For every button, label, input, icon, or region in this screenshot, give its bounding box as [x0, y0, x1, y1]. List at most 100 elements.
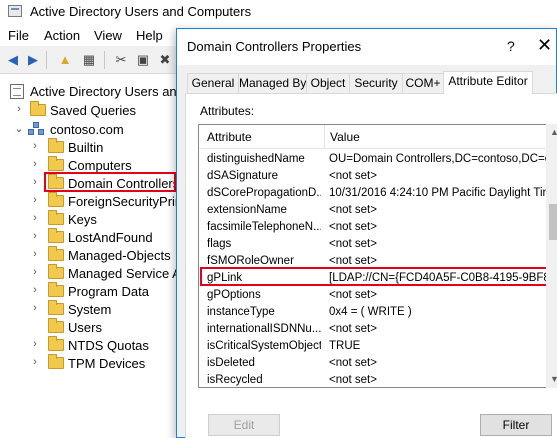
tree-item-root-label: Active Directory Users and C	[30, 84, 197, 99]
attribute-value: <not set>	[329, 323, 377, 335]
tab-object[interactable]: Object	[306, 73, 350, 93]
tab-general[interactable]: General	[187, 73, 239, 93]
tree-item-ntds-quotas[interactable]: › NTDS Quotas	[0, 336, 190, 355]
attribute-name: isRecycled	[207, 374, 263, 386]
attribute-value: <not set>	[329, 374, 377, 386]
chevron-right-icon[interactable]: ›	[30, 212, 40, 224]
tree-item-managed-objects[interactable]: › Managed-Objects	[0, 246, 190, 265]
tree-item-keys[interactable]: › Keys	[0, 210, 190, 229]
folder-icon	[48, 318, 64, 333]
edit-button[interactable]: Edit	[208, 414, 280, 436]
tab-security[interactable]: Security	[349, 73, 403, 93]
delete-icon[interactable]: ✖	[156, 51, 174, 69]
cut-icon[interactable]: ✂	[112, 51, 130, 69]
scroll-down-arrow-icon[interactable]: ▼	[546, 371, 557, 388]
attribute-row[interactable]: dSCorePropagationD... 10/31/2016 4:24:10…	[199, 185, 557, 202]
menu-view[interactable]: View	[94, 28, 122, 43]
back-arrow-icon[interactable]: ◀	[4, 51, 22, 69]
attribute-row[interactable]: distinguishedName OU=Domain Controllers,…	[199, 151, 557, 168]
tree-item-builtin[interactable]: › Builtin	[0, 138, 190, 157]
attribute-name: gPOptions	[207, 289, 261, 301]
tree-item-saved-queries[interactable]: › Saved Queries	[0, 101, 190, 120]
forward-arrow-icon[interactable]: ▶	[24, 51, 42, 69]
tree-item-label: Keys	[68, 212, 97, 227]
attribute-row[interactable]: isRecycled <not set>	[199, 372, 557, 387]
tree-item-label: Managed-Objects	[68, 248, 171, 263]
up-folder-icon[interactable]: ▲	[56, 51, 74, 69]
chevron-right-icon[interactable]: ›	[30, 248, 40, 260]
tree-item-program-data[interactable]: › Program Data	[0, 282, 190, 301]
attribute-name: distinguishedName	[207, 153, 305, 165]
attribute-value: <not set>	[329, 255, 377, 267]
chevron-right-icon[interactable]: ›	[30, 158, 40, 170]
attribute-value: 10/31/2016 4:24:10 PM Pacific Daylight T…	[329, 187, 549, 199]
attribute-row[interactable]: flags <not set>	[199, 236, 557, 253]
attributes-vertical-scrollbar[interactable]: ▲ ▼	[546, 124, 557, 388]
attribute-row[interactable]: dSASignature <not set>	[199, 168, 557, 185]
chevron-right-icon[interactable]: ›	[30, 284, 40, 296]
menu-help[interactable]: Help	[136, 28, 163, 43]
tree-item-root[interactable]: Active Directory Users and C	[0, 82, 197, 101]
folder-icon	[48, 246, 64, 261]
tree-item-label: contoso.com	[50, 122, 124, 137]
tree-item-domain[interactable]: ⌄ contoso.com	[0, 120, 190, 139]
tree-item-label: System	[68, 302, 112, 317]
attribute-row[interactable]: instanceType 0x4 = ( WRITE )	[199, 304, 557, 321]
attribute-row[interactable]: internationalISDNNu... <not set>	[199, 321, 557, 338]
aduc-app-icon	[8, 5, 22, 17]
tree-item-users[interactable]: Users	[0, 318, 190, 337]
tree-item-label: Managed Service Ac	[68, 266, 188, 281]
attribute-row[interactable]: facsimileTelephoneN... <not set>	[199, 219, 557, 236]
menu-file[interactable]: File	[8, 28, 29, 43]
attribute-value: TRUE	[329, 340, 361, 352]
attribute-row[interactable]: gPOptions <not set>	[199, 287, 557, 304]
attribute-value: <not set>	[329, 221, 377, 233]
chevron-right-icon[interactable]: ›	[30, 140, 40, 152]
chevron-right-icon[interactable]: ›	[30, 356, 40, 368]
tree-item-label: NTDS Quotas	[68, 338, 149, 353]
chevron-right-icon[interactable]: ›	[30, 230, 40, 242]
column-header-attribute[interactable]: Attribute	[207, 130, 252, 144]
attributes-list[interactable]: Attribute Value distinguishedName OU=Dom…	[198, 124, 557, 388]
attributes-label: Attributes:	[200, 104, 255, 118]
tab-attribute-editor[interactable]: Attribute Editor	[443, 71, 533, 94]
chevron-right-icon[interactable]: ›	[14, 103, 24, 115]
dialog-tabs: General Managed By Object Security COM+ …	[185, 71, 557, 94]
attribute-row[interactable]: extensionName <not set>	[199, 202, 557, 219]
chevron-right-icon[interactable]: ›	[30, 338, 40, 350]
toolbar-separator	[104, 51, 105, 69]
tab-managed-by[interactable]: Managed By	[238, 73, 307, 93]
scroll-up-arrow-icon[interactable]: ▲	[546, 124, 557, 141]
chevron-right-icon[interactable]: ›	[30, 194, 40, 206]
chevron-down-icon[interactable]: ⌄	[14, 122, 24, 135]
attribute-name: isCriticalSystemObject	[207, 340, 321, 352]
attribute-row[interactable]: isCriticalSystemObject TRUE	[199, 338, 557, 355]
scrollbar-thumb[interactable]	[549, 204, 557, 240]
folder-icon	[48, 336, 64, 351]
close-icon[interactable]: ✕	[537, 35, 552, 56]
tree-item-foreign-security-principals[interactable]: › ForeignSecurityPrinc	[0, 192, 190, 211]
filter-button[interactable]: Filter	[480, 414, 552, 436]
show-hide-tree-icon[interactable]: ▦	[80, 51, 98, 69]
attribute-name: dSCorePropagationD...	[207, 187, 321, 199]
tab-com-plus[interactable]: COM+	[402, 73, 444, 93]
column-divider[interactable]	[324, 125, 325, 149]
menu-action[interactable]: Action	[44, 28, 80, 43]
tree-item-tpm-devices[interactable]: › TPM Devices	[0, 354, 190, 373]
attribute-name: fSMORoleOwner	[207, 255, 294, 267]
folder-icon	[48, 300, 64, 315]
chevron-right-icon[interactable]: ›	[30, 302, 40, 314]
properties-dialog: Domain Controllers Properties ? ✕ Genera…	[176, 28, 557, 438]
chevron-right-icon[interactable]: ›	[30, 266, 40, 278]
help-icon[interactable]: ?	[507, 38, 515, 54]
column-header-value[interactable]: Value	[330, 130, 360, 144]
tree-item-lost-and-found[interactable]: › LostAndFound	[0, 228, 190, 247]
folder-icon	[30, 101, 46, 116]
gplink-highlight	[200, 267, 557, 286]
copy-icon[interactable]: ▣	[134, 51, 152, 69]
attribute-value: <not set>	[329, 204, 377, 216]
tree-item-system[interactable]: › System	[0, 300, 190, 319]
tree-item-managed-service-accounts[interactable]: › Managed Service Ac	[0, 264, 190, 283]
chevron-right-icon[interactable]: ›	[30, 176, 40, 188]
attribute-row[interactable]: isDeleted <not set>	[199, 355, 557, 372]
